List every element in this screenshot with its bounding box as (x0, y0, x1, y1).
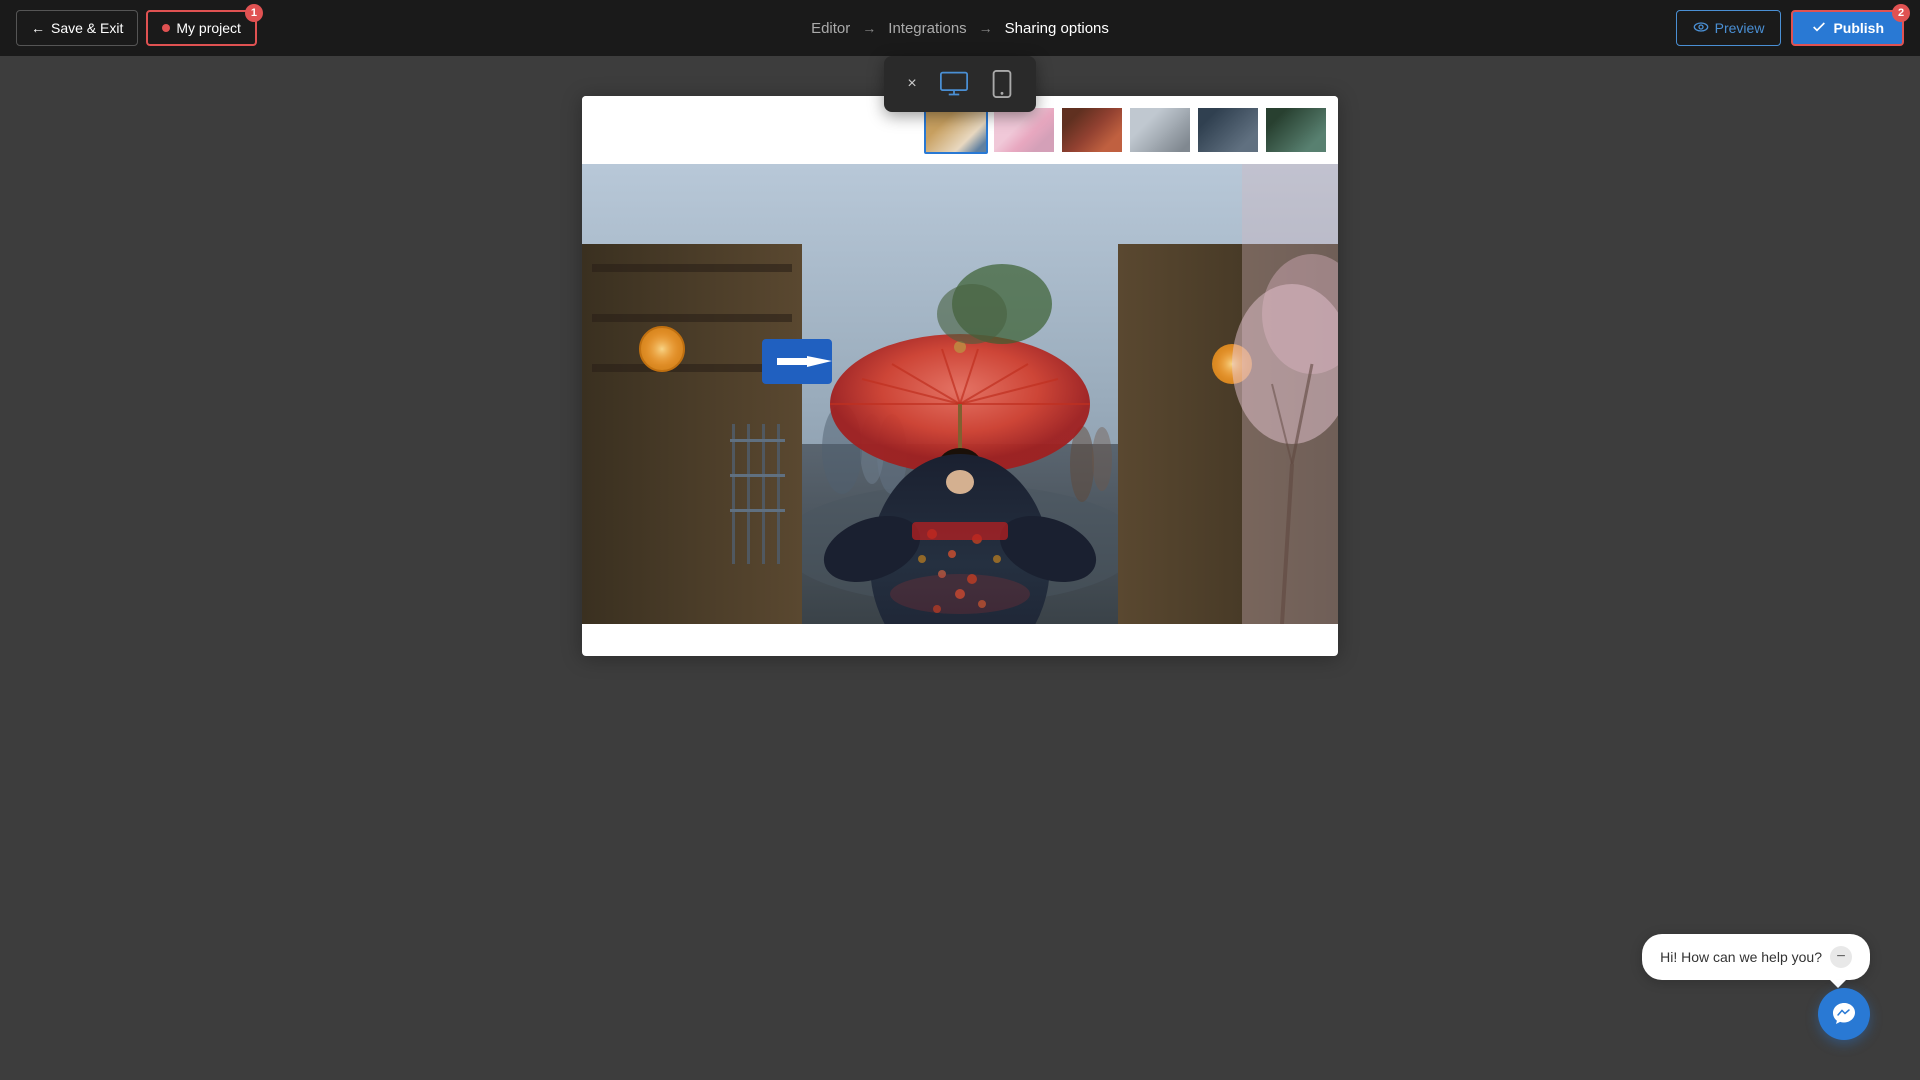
topbar-left: ← Save & Exit My project 1 (16, 10, 257, 46)
desktop-device-button[interactable] (936, 66, 972, 102)
nav-integrations[interactable]: Integrations (888, 20, 966, 37)
publish-label: Publish (1833, 20, 1884, 36)
canvas-container (582, 96, 1338, 656)
nav-sharing-options[interactable]: Sharing options (1005, 20, 1109, 37)
main-scene-image (582, 164, 1338, 624)
preview-label: Preview (1715, 20, 1765, 36)
thumbnail-6[interactable] (1264, 106, 1328, 154)
device-selector-popup: × (884, 56, 1036, 112)
project-name-label: My project (176, 20, 241, 36)
thumbnail-4[interactable] (1128, 106, 1192, 154)
mobile-device-button[interactable] (984, 66, 1020, 102)
nav-editor[interactable]: Editor (811, 20, 850, 37)
chat-open-button[interactable] (1818, 988, 1870, 1040)
preview-button[interactable]: Preview (1676, 10, 1782, 46)
nav-arrow-2: → (979, 20, 993, 36)
close-icon: × (907, 75, 916, 93)
topbar: ← Save & Exit My project 1 Editor → Inte… (0, 0, 1920, 56)
topbar-center-nav: Editor → Integrations → Sharing options (811, 20, 1109, 37)
chevron-left-icon: ← (31, 20, 45, 36)
chat-help-bubble: Hi! How can we help you? − (1642, 934, 1870, 980)
unsaved-dot-icon (162, 24, 170, 32)
thumbnail-5[interactable] (1196, 106, 1260, 154)
close-device-popup-button[interactable]: × (900, 72, 924, 96)
publish-button[interactable]: Publish 2 (1791, 10, 1904, 46)
desktop-icon (940, 70, 968, 98)
publish-badge: 2 (1892, 4, 1910, 22)
save-exit-label: Save & Exit (51, 20, 123, 36)
topbar-right: Preview Publish 2 (1676, 10, 1904, 46)
project-name-button[interactable]: My project 1 (146, 10, 257, 46)
mobile-icon (988, 70, 1016, 98)
checkmark-icon (1811, 19, 1827, 38)
main-area (0, 56, 1920, 1080)
chat-minimize-button[interactable]: − (1830, 946, 1852, 968)
chat-message: Hi! How can we help you? (1660, 949, 1822, 965)
project-badge: 1 (245, 4, 263, 22)
thumbnail-1[interactable] (924, 106, 988, 154)
nav-arrow-1: → (862, 20, 876, 36)
thumbnail-2[interactable] (992, 106, 1056, 154)
eye-icon (1693, 19, 1709, 38)
main-image-area (582, 164, 1338, 624)
save-exit-button[interactable]: ← Save & Exit (16, 10, 138, 46)
messenger-icon (1831, 1001, 1857, 1027)
thumbnail-3[interactable] (1060, 106, 1124, 154)
minus-icon: − (1836, 949, 1845, 965)
